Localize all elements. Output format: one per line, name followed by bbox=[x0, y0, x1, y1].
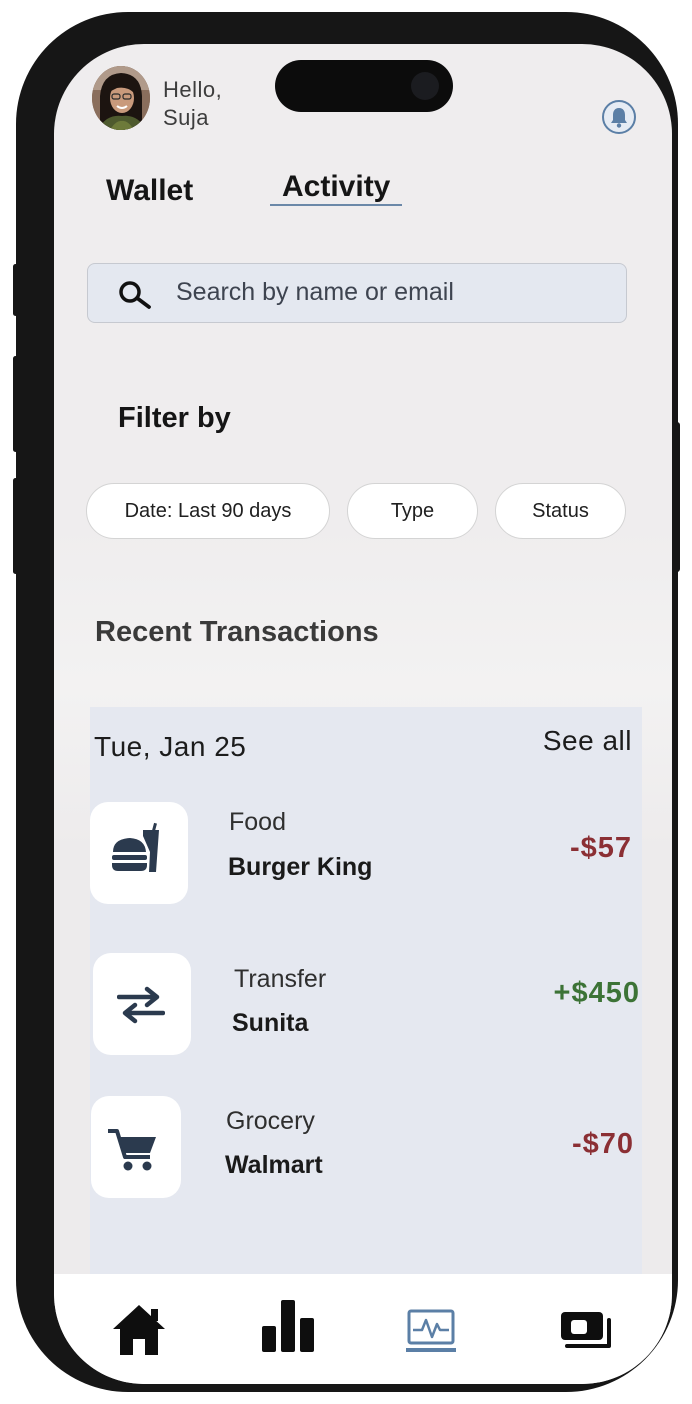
dynamic-island bbox=[275, 60, 453, 112]
cart-icon-tile[interactable] bbox=[91, 1096, 181, 1198]
wallet-cards-icon[interactable] bbox=[559, 1308, 615, 1354]
phone-side-button bbox=[674, 422, 680, 572]
food-icon-tile[interactable] bbox=[90, 802, 188, 904]
transaction-date: Tue, Jan 25 bbox=[94, 731, 247, 762]
home-icon[interactable] bbox=[111, 1303, 167, 1357]
bar-chart-icon[interactable] bbox=[260, 1298, 316, 1352]
transaction-type: Grocery bbox=[226, 1107, 315, 1135]
phone-side-button bbox=[13, 356, 18, 452]
cart-icon bbox=[108, 1129, 156, 1171]
search-placeholder: Search by name or email bbox=[176, 278, 454, 306]
phone-frame: Hello, Suja Wallet Activity Search by na… bbox=[13, 12, 680, 1392]
see-all-link[interactable]: See all bbox=[543, 725, 632, 757]
search-icon bbox=[119, 281, 151, 309]
active-tab-indicator bbox=[270, 204, 402, 206]
transaction-amount: -$70 bbox=[571, 1128, 634, 1160]
transaction-amount: +$450 bbox=[553, 977, 640, 1009]
activity-icon[interactable] bbox=[406, 1309, 456, 1353]
bell-icon[interactable] bbox=[601, 99, 637, 135]
search-input[interactable]: Search by name or email bbox=[87, 263, 627, 323]
filter-chip-status[interactable]: Status bbox=[495, 483, 626, 539]
transaction-type: Transfer bbox=[234, 965, 327, 993]
tab-wallet[interactable]: Wallet bbox=[106, 174, 193, 208]
phone-side-button bbox=[13, 478, 18, 574]
greeting: Hello, Suja bbox=[163, 76, 222, 132]
user-name: Suja bbox=[163, 105, 210, 130]
section-title: Recent Transactions bbox=[95, 616, 379, 648]
filter-chip-date[interactable]: Date: Last 90 days bbox=[86, 483, 330, 539]
transaction-type: Food bbox=[229, 808, 286, 836]
filter-title: Filter by bbox=[118, 402, 231, 434]
transaction-amount: -$57 bbox=[569, 832, 632, 864]
transfer-icon-tile[interactable] bbox=[93, 953, 191, 1055]
avatar[interactable] bbox=[92, 66, 150, 130]
transactions-card: Tue, Jan 25 See all Food Burger King -$5… bbox=[90, 707, 642, 1347]
transaction-merchant: Sunita bbox=[232, 1009, 309, 1037]
transaction-merchant: Burger King bbox=[228, 853, 373, 881]
tab-activity[interactable]: Activity bbox=[282, 170, 390, 204]
greeting-hello: Hello, bbox=[163, 77, 223, 102]
transfer-icon bbox=[117, 986, 165, 1024]
transaction-merchant: Walmart bbox=[225, 1151, 323, 1179]
bottom-nav bbox=[54, 1274, 672, 1384]
phone-side-button bbox=[13, 264, 18, 316]
app-screen: Hello, Suja Wallet Activity Search by na… bbox=[54, 44, 672, 1384]
food-icon bbox=[112, 822, 159, 872]
filter-chip-type[interactable]: Type bbox=[347, 483, 478, 539]
